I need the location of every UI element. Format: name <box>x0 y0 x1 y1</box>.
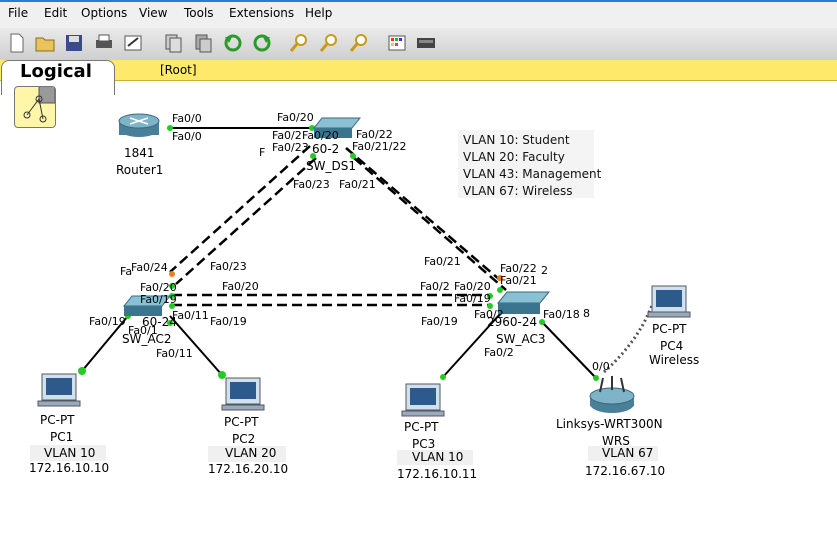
menu-edit[interactable]: Edit <box>44 6 67 20</box>
port-label: F <box>259 146 265 159</box>
workspace-bar <box>0 60 837 81</box>
router1-name: Router1 <box>116 163 163 177</box>
port-label: Fa0/21 <box>500 274 537 287</box>
pc3-device[interactable] <box>401 383 445 417</box>
wrs-port-label: 0/0 <box>592 360 610 373</box>
menu-help[interactable]: Help <box>305 6 332 20</box>
vlan-legend-line: VLAN 20: Faculty <box>463 150 565 164</box>
port-label: Fa0/19 <box>454 292 491 305</box>
pc1-device[interactable] <box>37 373 81 407</box>
zoom-out-icon[interactable] <box>348 32 370 54</box>
port-label: Fa0/19 <box>421 315 458 328</box>
port-label: 2 <box>541 264 548 277</box>
port-label: Fa0/19 <box>89 315 126 328</box>
pc2-device[interactable] <box>221 377 265 411</box>
logical-tab-label: Logical <box>20 61 92 82</box>
pc4-device[interactable] <box>647 285 691 318</box>
wrs-vlan: VLAN 67 <box>602 446 653 460</box>
port-label: 8 <box>583 307 590 320</box>
port-label: Fa0/21/22 <box>352 140 406 153</box>
router1-model: 1841 <box>124 146 155 160</box>
vlan-legend-line: VLAN 43: Management <box>463 167 602 181</box>
pc4-type: PC-PT <box>652 322 687 336</box>
menu-tools[interactable]: Tools <box>184 6 214 20</box>
port-label: Fa0/23 <box>210 260 247 273</box>
port-label: Fa0/2 <box>474 308 504 321</box>
port-label: Fa0/21 <box>424 255 461 268</box>
menu-bar: File Edit Options View Tools Extensions … <box>0 0 837 28</box>
root-label[interactable]: [Root] <box>160 63 197 77</box>
pc2-type: PC-PT <box>224 415 259 429</box>
print-icon[interactable] <box>93 32 115 54</box>
pc4-name: PC4 <box>660 339 683 353</box>
pc1-type: PC-PT <box>40 413 75 427</box>
router1-device[interactable] <box>118 113 160 137</box>
port-label: Fa0/23 <box>272 141 309 154</box>
pc4-wireless-label: Wireless <box>649 353 699 367</box>
palette-icon[interactable] <box>386 32 408 54</box>
wrs-model: Linksys-WRT300N <box>556 417 663 431</box>
pc3-type: PC-PT <box>404 420 439 434</box>
save-icon[interactable] <box>63 32 85 54</box>
sw-ds1-model: 60-2 <box>312 142 339 156</box>
port-label: Fa0/20 <box>277 111 314 124</box>
vlan-legend-line: VLAN 67: Wireless <box>463 184 573 198</box>
port-label: Fa0/23 <box>293 178 330 191</box>
open-folder-icon[interactable] <box>34 32 56 54</box>
port-label: Fa0/11 <box>156 347 193 360</box>
pc3-ip: 172.16.10.11 <box>397 467 477 481</box>
menu-view[interactable]: View <box>139 6 167 20</box>
pc3-name: PC3 <box>412 437 435 451</box>
paste-icon[interactable] <box>192 32 214 54</box>
pc1-vlan: VLAN 10 <box>44 446 95 460</box>
port-label: Fa0/0 <box>172 112 202 125</box>
menu-file[interactable]: File <box>8 6 28 20</box>
port-label: Fa0/2 <box>420 280 450 293</box>
port-label: Fa0/21 <box>339 178 376 191</box>
pc1-ip: 172.16.10.10 <box>29 461 109 475</box>
toolbar <box>0 28 837 61</box>
zoom-in-icon[interactable] <box>288 32 310 54</box>
wrs-device[interactable] <box>589 376 635 413</box>
link-sw-ac3-wrs[interactable] <box>541 321 597 379</box>
undo-icon[interactable] <box>222 32 244 54</box>
sw-ac3-device[interactable] <box>496 291 551 314</box>
activity-wizard-icon[interactable] <box>122 32 144 54</box>
pc2-name: PC2 <box>232 432 255 446</box>
trunk-ds1-ac2-a[interactable] <box>169 145 311 273</box>
network-canvas[interactable]: VLAN 10: Student VLAN 20: Faculty VLAN 4… <box>0 80 837 555</box>
port-label: Fa0/2 <box>484 346 514 359</box>
port-label: Fa0/19 <box>210 315 247 328</box>
zoom-reset-icon[interactable] <box>318 32 340 54</box>
port-label: Fa0/18 <box>543 308 580 321</box>
redo-icon[interactable] <box>251 32 273 54</box>
menu-options[interactable]: Options <box>81 6 127 20</box>
vlan-legend-line: VLAN 10: Student <box>463 133 570 147</box>
port-label: Fa0/0 <box>172 130 202 143</box>
sw-ac3-name: SW_AC3 <box>496 332 546 346</box>
pc1-name: PC1 <box>50 430 73 444</box>
pc2-vlan: VLAN 20 <box>225 446 276 460</box>
wrs-ip: 172.16.67.10 <box>585 464 665 478</box>
custom-device-icon[interactable] <box>415 32 437 54</box>
port-label: Fa0/1 <box>128 324 158 337</box>
wireless-link <box>603 299 656 374</box>
pc2-ip: 172.16.20.10 <box>208 462 288 476</box>
copy-icon[interactable] <box>162 32 184 54</box>
menu-extensions[interactable]: Extensions <box>229 6 294 20</box>
port-label: Fa0/19 <box>140 293 177 306</box>
port-label: Fa0/20 <box>222 280 259 293</box>
pc3-vlan: VLAN 10 <box>412 450 463 464</box>
new-file-icon[interactable] <box>6 32 28 54</box>
port-label: Fa0/11 <box>172 309 209 322</box>
sw-ds1-name: SW_DS1 <box>306 159 356 173</box>
port-label: Fa0/24 <box>131 261 168 274</box>
